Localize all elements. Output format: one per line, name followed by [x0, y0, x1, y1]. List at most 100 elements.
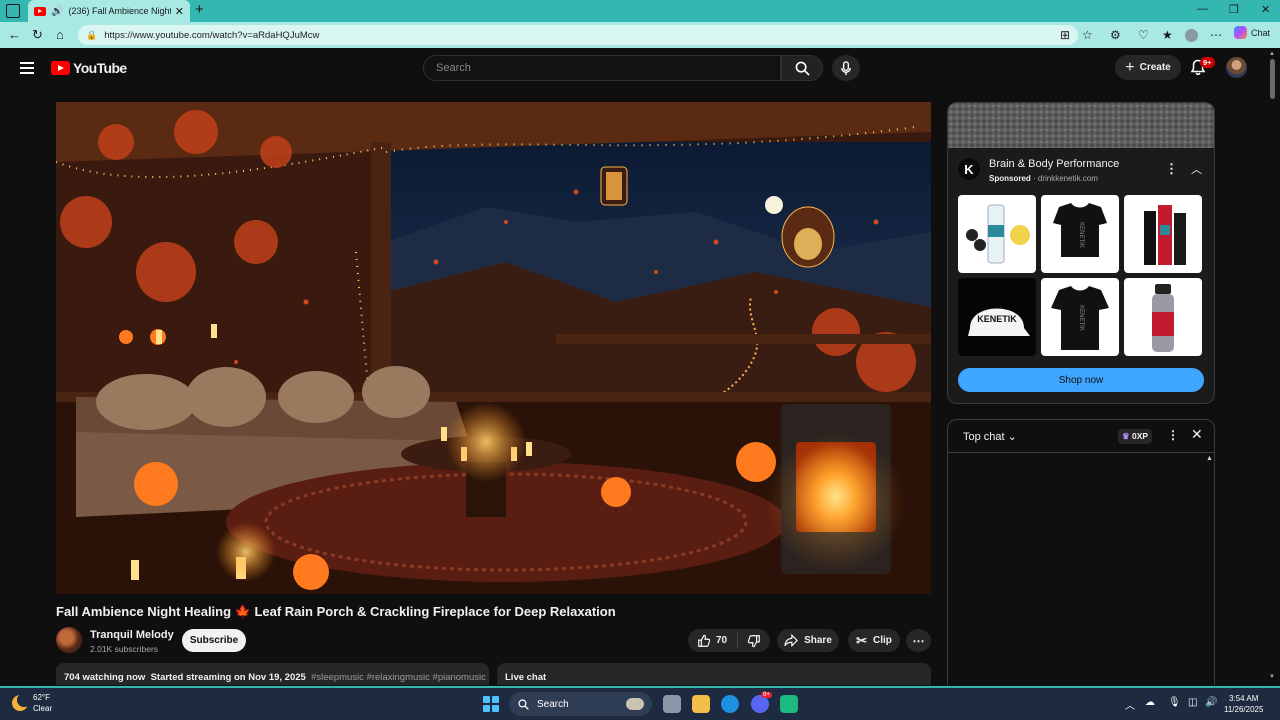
search-button[interactable] [781, 55, 823, 81]
youtube-play-icon [51, 61, 70, 75]
browser-tab[interactable]: 🔊 (236) Fall Ambience Night H ✕ [28, 0, 190, 22]
new-tab-button[interactable]: + [195, 1, 204, 18]
thumbs-down-icon [747, 634, 760, 647]
product-black-tshirt[interactable]: KENETIK [1041, 278, 1119, 356]
extensions-icon[interactable]: ⚙ [1110, 28, 1121, 42]
notification-count-badge: 9+ [1200, 57, 1215, 68]
file-explorer-icon[interactable] [692, 695, 710, 713]
favorites-icon[interactable]: ★ [1162, 28, 1173, 42]
svg-text:KENETIK: KENETIK [1078, 222, 1084, 248]
like-dislike-group: 70 [688, 629, 770, 652]
back-icon[interactable]: ← [8, 27, 21, 42]
share-button[interactable]: Share [777, 629, 839, 652]
sponsored-ad-panel: K Brain & Body Performance Sponsored · d… [947, 102, 1215, 404]
dislike-button[interactable] [738, 634, 761, 648]
subscribe-button[interactable]: Subscribe [182, 629, 246, 652]
description-box[interactable]: 704 watching now Started streaming on No… [56, 663, 489, 685]
app-icon[interactable] [780, 695, 798, 713]
create-label: Create [1139, 62, 1171, 73]
ad-options-icon[interactable]: ⋮ [1165, 161, 1178, 177]
youtube-wordmark: YouTube [73, 60, 127, 76]
crown-icon: ♛ [1122, 431, 1130, 441]
video-player[interactable] [56, 102, 931, 594]
menu-icon[interactable] [20, 62, 34, 77]
search-input[interactable]: Search [423, 55, 781, 81]
avatar[interactable] [1226, 57, 1247, 78]
clip-button[interactable]: ✂ Clip [848, 629, 900, 652]
clip-label: Clip [873, 635, 892, 646]
cloud-icon[interactable]: ☁ [1145, 697, 1155, 708]
address-bar-row: ← ↻ ⌂ 🔒 https://www.youtube.com/watch?v=… [0, 22, 1280, 48]
start-button[interactable] [483, 696, 499, 712]
youtube-favicon-icon [34, 6, 46, 16]
ad-header: K Brain & Body Performance Sponsored · d… [958, 158, 1119, 183]
product-grid: KENETIK KENETIK KENETIK [958, 195, 1204, 356]
product-black-crop-top[interactable]: KENETIK [1041, 195, 1119, 273]
product-drink-boxes[interactable] [1124, 195, 1202, 273]
tab-close-icon[interactable]: ✕ [175, 5, 184, 18]
favorite-star-icon[interactable]: ☆ [1082, 28, 1093, 42]
top-chat-dropdown[interactable]: Top chat ⌄ [963, 430, 1199, 443]
clock-date: 11/26/2025 [1224, 705, 1264, 714]
lock-icon[interactable]: 🔒 [86, 30, 97, 41]
product-water-bottle[interactable] [1124, 278, 1202, 356]
browser-essentials-icon[interactable]: ♡ [1138, 28, 1149, 42]
chevron-up-icon[interactable]: ︿ [1191, 161, 1202, 177]
chat-options-icon[interactable]: ⋮ [1167, 428, 1179, 442]
microphone-icon[interactable]: 🎙 [1168, 697, 1181, 708]
taskbar-search-label: Search [537, 698, 569, 710]
scroll-up-icon[interactable]: ▲ [1206, 455, 1213, 462]
weather-widget[interactable]: 62°F Clear [12, 692, 52, 714]
edge-browser-icon[interactable] [721, 695, 739, 713]
shop-now-button[interactable]: Shop now [958, 368, 1204, 392]
taskbar-search[interactable]: Search [509, 692, 652, 716]
xp-badge[interactable]: ♛ 0XP [1118, 429, 1153, 444]
channel-avatar[interactable] [56, 627, 82, 653]
profile-icon[interactable] [1185, 29, 1198, 42]
page-scrollbar[interactable] [1270, 59, 1275, 99]
url-field[interactable]: 🔒 https://www.youtube.com/watch?v=aRdaHQ… [78, 25, 1078, 45]
share-label: Share [804, 635, 832, 646]
home-icon[interactable]: ⌂ [56, 27, 64, 42]
ad-title[interactable]: Brain & Body Performance [989, 158, 1119, 170]
show-hidden-icons-icon[interactable]: ︿ [1125, 697, 1135, 712]
close-icon[interactable]: ✕ [1191, 426, 1203, 443]
window-close-button[interactable]: ✕ [1261, 3, 1270, 16]
create-button[interactable]: + Create [1115, 55, 1181, 80]
top-chat-label: Top chat [963, 430, 1005, 443]
volume-icon[interactable]: 🔊 [1205, 697, 1217, 708]
weather-condition: Clear [33, 704, 53, 713]
app-available-icon[interactable]: ⊞ [1060, 28, 1070, 42]
page-scroll-up-icon[interactable]: ▲ [1269, 51, 1275, 57]
speaker-icon[interactable]: 🔊 [51, 6, 63, 17]
page-scroll-down-icon[interactable]: ▼ [1269, 674, 1275, 680]
voice-search-button[interactable] [832, 55, 860, 81]
product-white-cap[interactable]: KENETIK [958, 278, 1036, 356]
search-icon [518, 698, 529, 710]
minimize-button[interactable]: — [1197, 3, 1208, 15]
youtube-logo[interactable]: YouTube [51, 60, 127, 76]
kenetik-logo[interactable]: K [958, 158, 980, 180]
hashtags[interactable]: #sleepmusic #relaxingmusic #pianomusic [311, 672, 486, 683]
tab-actions-icon[interactable] [6, 4, 20, 18]
more-actions-button[interactable]: ⋯ [906, 629, 931, 652]
refresh-icon[interactable]: ↻ [32, 27, 43, 43]
like-button[interactable]: 70 [688, 633, 738, 648]
live-chat-tab[interactable]: Live chat [497, 663, 931, 685]
copilot-chat-button[interactable]: Chat [1234, 26, 1270, 39]
task-view-icon[interactable] [663, 695, 681, 713]
product-drink-pack[interactable] [958, 195, 1036, 273]
ad-banner-image[interactable] [948, 103, 1214, 148]
network-icon[interactable]: ◫ [1188, 697, 1197, 708]
more-menu-icon[interactable]: ⋯ [1210, 28, 1222, 42]
video-frame-image [56, 102, 931, 594]
share-icon [784, 634, 799, 647]
maximize-button[interactable]: ❐ [1229, 3, 1239, 16]
url-text: https://www.youtube.com/watch?v=aRdaHQJu… [104, 29, 320, 41]
system-clock[interactable]: 3:54 AM 11/26/2025 [1224, 693, 1263, 715]
channel-name[interactable]: Tranquil Melody [90, 629, 174, 641]
youtube-page: YouTube Search + Create 9+ Fall Ambience… [3, 49, 1277, 685]
like-count: 70 [716, 635, 728, 646]
sponsored-label: Sponsored [989, 174, 1031, 183]
svg-text:KENETIK: KENETIK [1078, 305, 1084, 331]
